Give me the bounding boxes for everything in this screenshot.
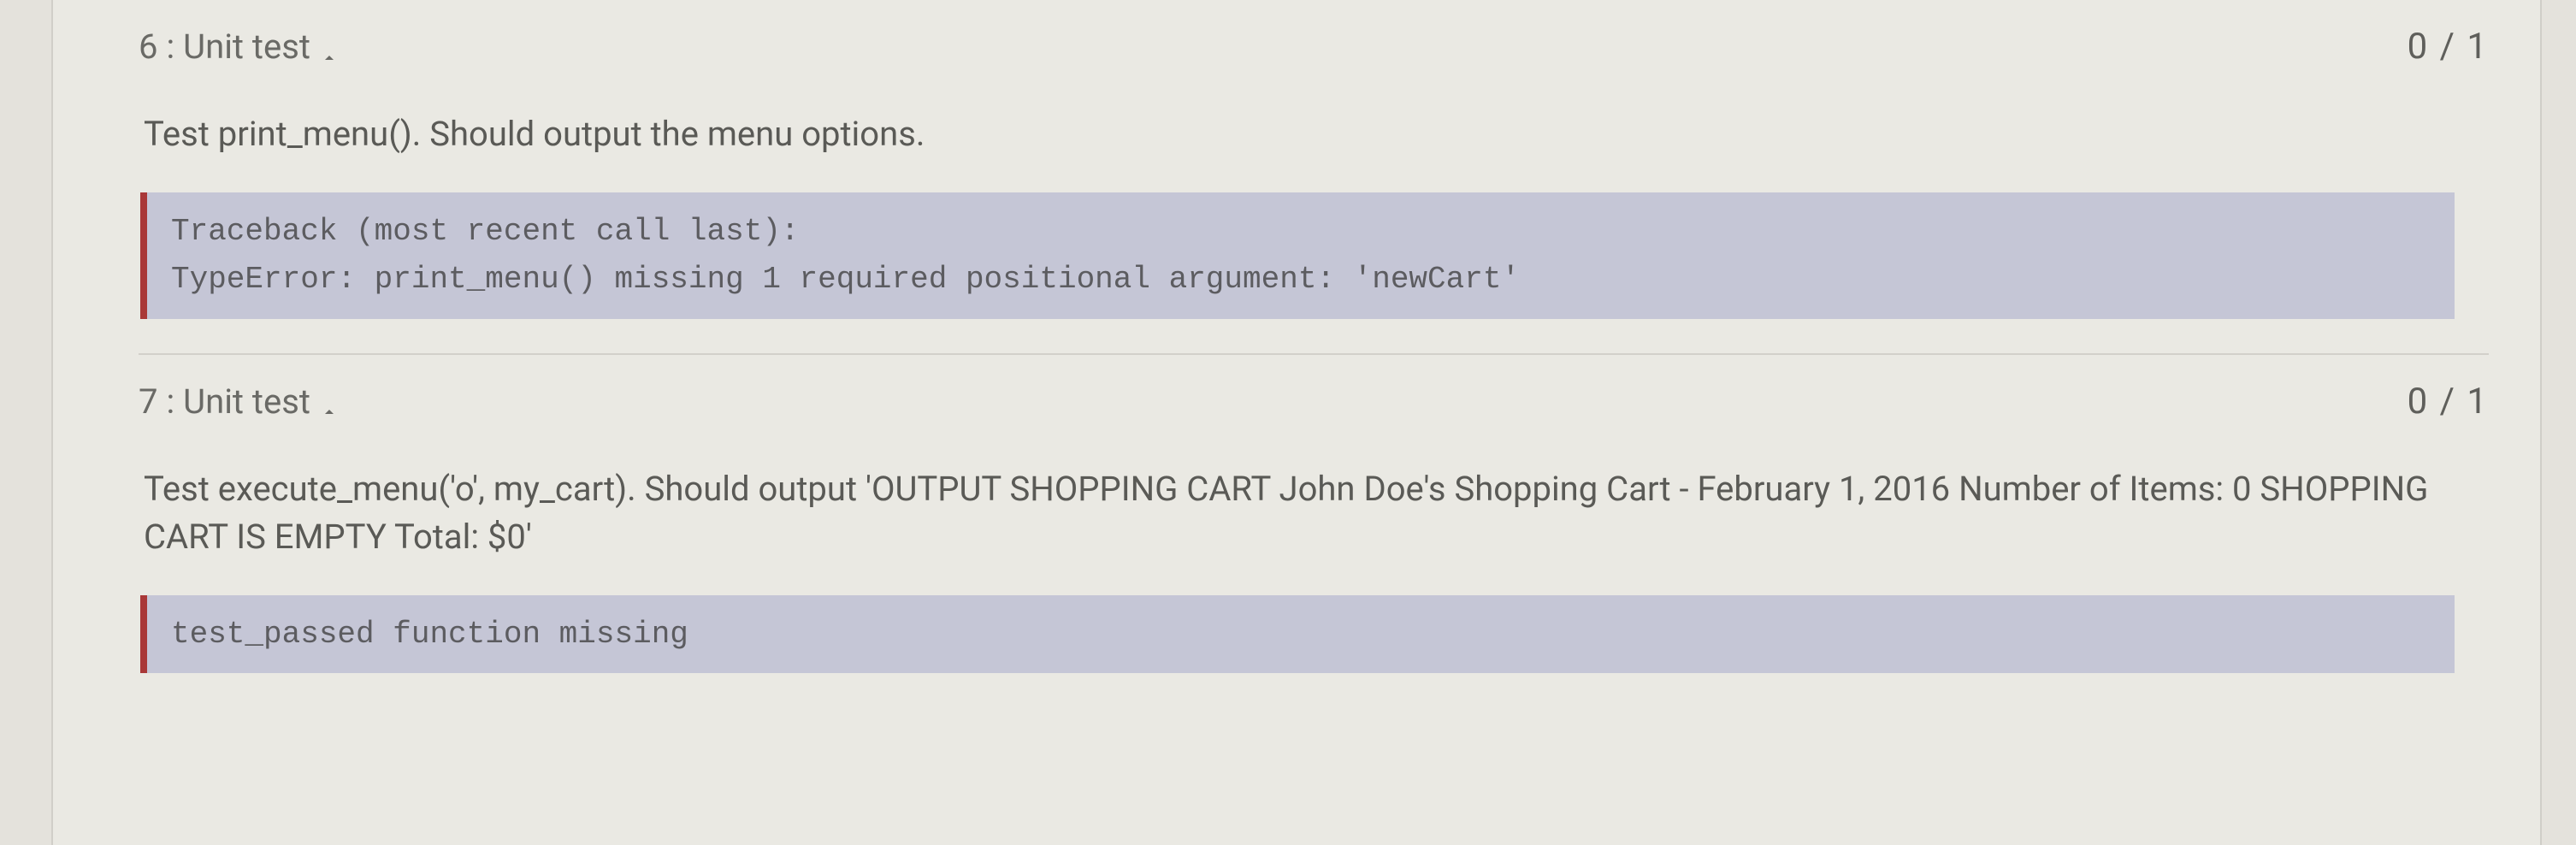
test-number-sep: : [166, 27, 174, 67]
test-score: 0 / 1 [2408, 26, 2489, 68]
test-title-toggle[interactable]: 7: Unit test [139, 381, 340, 422]
test-number: 6 [139, 27, 157, 67]
test-number: 7 [139, 381, 157, 422]
test-label: Unit test [183, 27, 310, 67]
test-header: 6: Unit test 0 / 1 [139, 26, 2489, 68]
content-panel: 6: Unit test 0 / 1 Test print_menu(). Sh… [51, 0, 2542, 845]
test-description: Test execute_menu('o', my_cart). Should … [139, 465, 2489, 561]
chevron-up-icon [319, 37, 340, 57]
outer-frame: 6: Unit test 0 / 1 Test print_menu(). Sh… [0, 0, 2576, 845]
test-header: 7: Unit test 0 / 1 [139, 381, 2489, 422]
chevron-up-icon [319, 391, 340, 411]
test-label: Unit test [183, 381, 310, 422]
test-description: Test print_menu(). Should output the men… [139, 110, 2489, 158]
error-output: Traceback (most recent call last): TypeE… [140, 192, 2455, 319]
test-title-toggle[interactable]: 6: Unit test [139, 27, 340, 67]
test-section-7: 7: Unit test 0 / 1 Test execute_menu('o'… [139, 353, 2489, 708]
test-number-sep: : [166, 381, 174, 422]
test-section-6: 6: Unit test 0 / 1 Test print_menu(). Sh… [139, 0, 2489, 353]
error-output: test_passed function missing [140, 595, 2455, 674]
test-score: 0 / 1 [2408, 381, 2489, 422]
